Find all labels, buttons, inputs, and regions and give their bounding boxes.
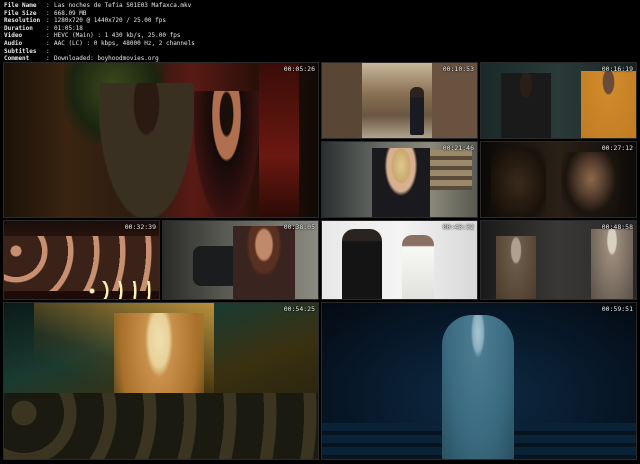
blurred-figure [491, 147, 546, 217]
walking-man [410, 87, 424, 135]
man-in-white [402, 235, 434, 299]
info-row-duration: Duration:01:05:18 [4, 24, 83, 32]
thumbnail-9[interactable]: 00:48:58 [480, 220, 637, 300]
timestamp: 00:05:26 [283, 65, 315, 73]
man-in-black [342, 229, 382, 299]
timestamp: 00:32:39 [124, 223, 156, 231]
info-label: Video [4, 32, 23, 40]
timestamp: 00:27:12 [601, 144, 633, 152]
blonde-woman [372, 148, 430, 217]
man-figure [99, 83, 194, 217]
info-row-resolution: Resolution:1280x720 @ 1440x720 / 25.00 f… [4, 17, 166, 25]
info-label: Duration [4, 24, 33, 32]
thumbnail-11[interactable]: 00:59:51 [321, 302, 637, 460]
info-row-file-size: File Size:668.09 MB [4, 9, 87, 17]
info-label: File Name [4, 2, 37, 9]
building-left [322, 63, 362, 138]
thumbnail-2[interactable]: 00:10:53 [321, 62, 478, 139]
building-right [432, 63, 477, 138]
woman-figure [496, 236, 536, 299]
thumbnail-6[interactable]: 00:32:39 [3, 220, 160, 300]
thumbnail-7[interactable]: 00:38:05 [162, 220, 319, 300]
thumbnail-1[interactable]: 00:05:26 [3, 62, 319, 218]
timestamp: 00:21:46 [442, 144, 474, 152]
timestamp: 00:48:58 [601, 223, 633, 231]
timestamp: 00:43:32 [442, 223, 474, 231]
info-value: HEVC (Main) : 1 430 kb/s, 25.00 fps [54, 32, 181, 40]
info-label: Subtitles [4, 47, 37, 55]
info-value: 01:05:18 [54, 24, 83, 32]
red-wall [259, 63, 299, 217]
info-value: AAC (LC) : 0 kbps, 48000 Hz, 2 channels [54, 39, 195, 47]
info-value: Las noches de Tefia S01E03 Mafaxca.mkv [54, 2, 192, 9]
info-label: Audio [4, 39, 23, 47]
thumbnail-4[interactable]: 00:21:46 [321, 141, 478, 218]
thumbnail-8[interactable]: 00:43:32 [321, 220, 478, 300]
timestamp: 00:10:53 [442, 65, 474, 73]
curly-woman [233, 226, 295, 299]
timestamp: 00:59:51 [601, 305, 633, 313]
info-label: Resolution [4, 17, 41, 25]
timestamp: 00:38:05 [283, 223, 315, 231]
man-face [561, 152, 621, 217]
info-row-video: Video: HEVC (Main) : 1 430 kb/s, 25.00 fp… [4, 32, 181, 40]
woman-figure [194, 91, 259, 217]
stage-lights [84, 281, 154, 299]
info-row-file-name: File Name: Las noches de Tefia S01E03 Maf… [4, 2, 192, 9]
man-orange-shirt [581, 71, 636, 138]
crowd [4, 393, 318, 459]
thumbnail-3[interactable]: 00:16:19 [480, 62, 637, 139]
info-row-subtitles: Subtitles: [4, 47, 50, 55]
thumbnail-10[interactable]: 00:54:25 [3, 302, 319, 460]
timestamp: 00:16:19 [601, 65, 633, 73]
info-value: 668.09 MB [54, 9, 87, 17]
timestamp: 00:54:25 [283, 305, 315, 313]
file-info-header: File Name: Las noches de Tefia S01E03 Maf… [4, 2, 636, 63]
info-row-audio: Audio: AAC (LC) : 0 kbps, 48000 Hz, 2 cha… [4, 39, 195, 47]
man-dark-shirt [501, 73, 551, 138]
man-with-cap [591, 229, 633, 299]
info-label: File Size [4, 9, 37, 17]
man-figure [442, 315, 514, 459]
info-value: 1280x720 @ 1440x720 / 25.00 fps [54, 17, 166, 25]
thumbnail-5[interactable]: 00:27:12 [480, 141, 637, 218]
